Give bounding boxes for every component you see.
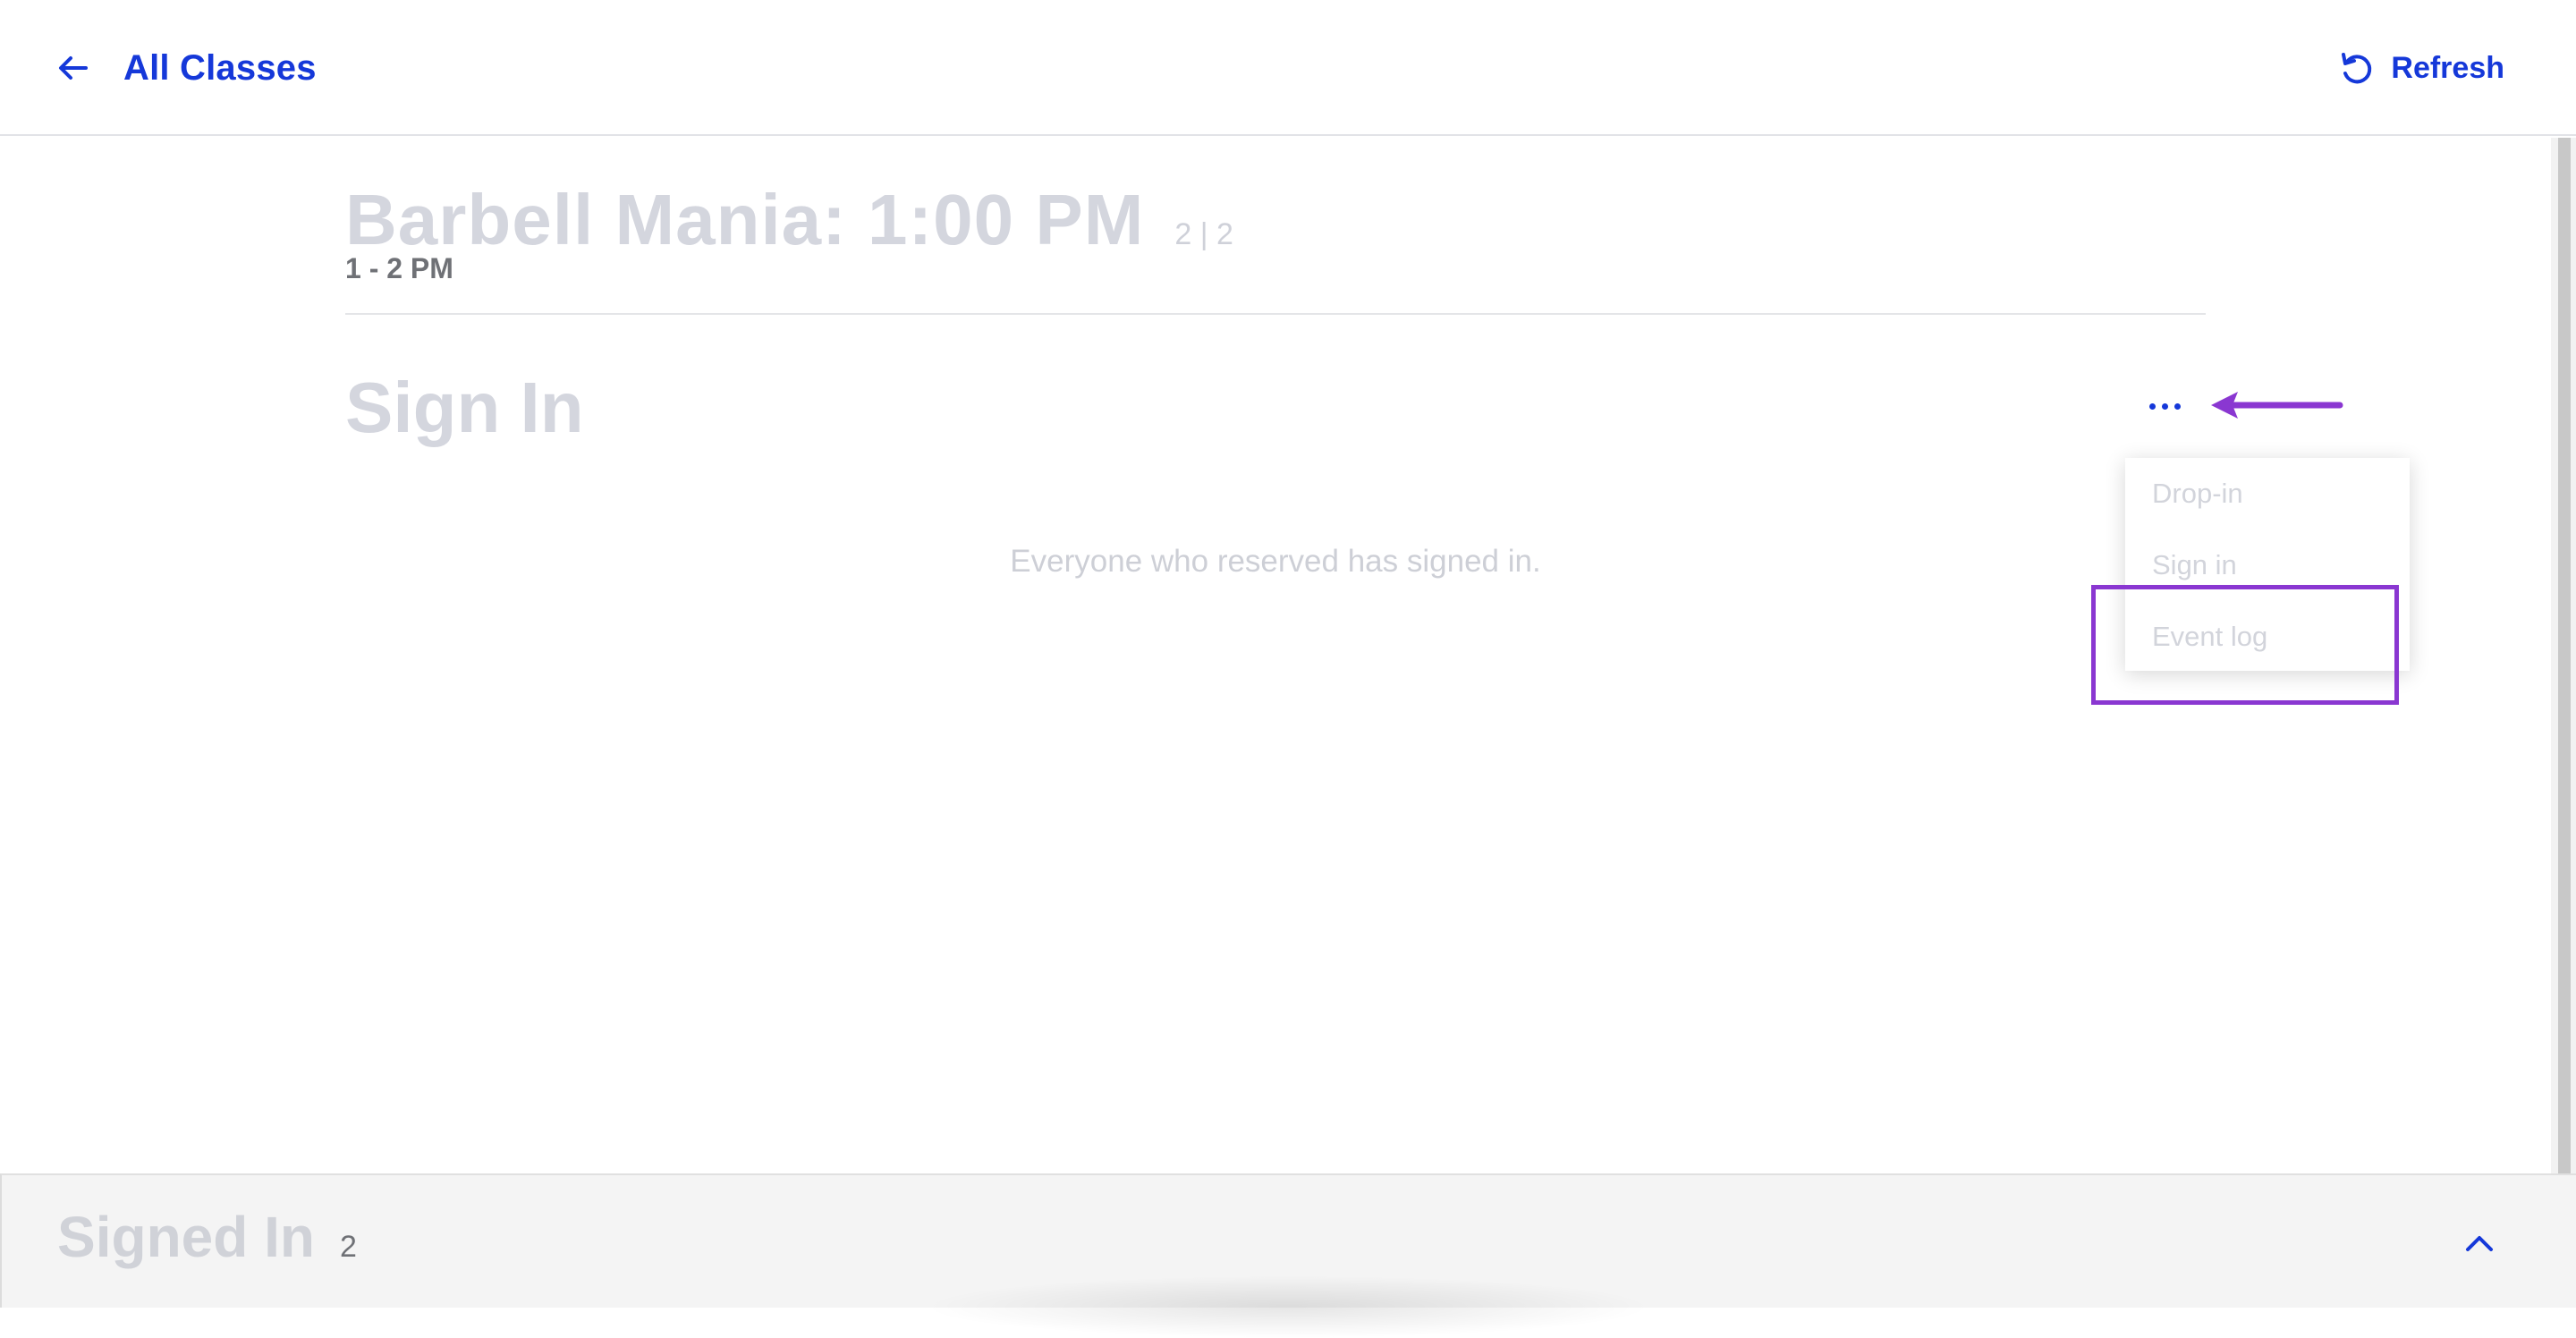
signed-in-count: 2 [340,1230,357,1264]
class-title-row: Barbell Mania: 1:00 PM 2 | 2 [345,179,2206,261]
menu-item-event-log[interactable]: Event log [2125,601,2410,673]
more-options-button[interactable] [2145,390,2184,422]
scrollbar-thumb[interactable] [2558,138,2571,1175]
menu-item-drop-in[interactable]: Drop-in [2125,458,2410,529]
class-title: Barbell Mania: 1:00 PM [345,180,1145,259]
more-horizontal-icon-dot [2174,402,2181,410]
scrollbar[interactable] [2551,138,2576,1175]
class-capacity-count: 2 | 2 [1174,217,1233,251]
more-horizontal-icon-dot [2161,402,2168,410]
class-header: Barbell Mania: 1:00 PM 2 | 2 1 - 2 PM [345,179,2206,315]
top-bar: All Classes Refresh [0,0,2576,136]
divider [345,313,2206,315]
signed-in-title-row: Signed In 2 [57,1204,357,1270]
arrow-left-icon [55,50,91,86]
chevron-up-icon [2466,1236,2493,1251]
section-title-sign-in: Sign In [345,368,584,447]
refresh-icon [2337,49,2375,87]
refresh-label: Refresh [2391,50,2504,85]
signed-in-panel[interactable]: Signed In 2 [0,1173,2576,1308]
more-horizontal-icon [2148,402,2156,410]
back-to-all-classes-link[interactable]: All Classes [55,39,317,97]
back-link-label: All Classes [123,47,317,88]
signed-in-title: Signed In [57,1205,315,1269]
annotation-arrow [2211,392,2343,419]
refresh-button[interactable]: Refresh [2337,43,2504,93]
empty-state-message: Everyone who reserved has signed in. [1010,544,1541,579]
expand-panel-button[interactable] [2462,1225,2497,1261]
